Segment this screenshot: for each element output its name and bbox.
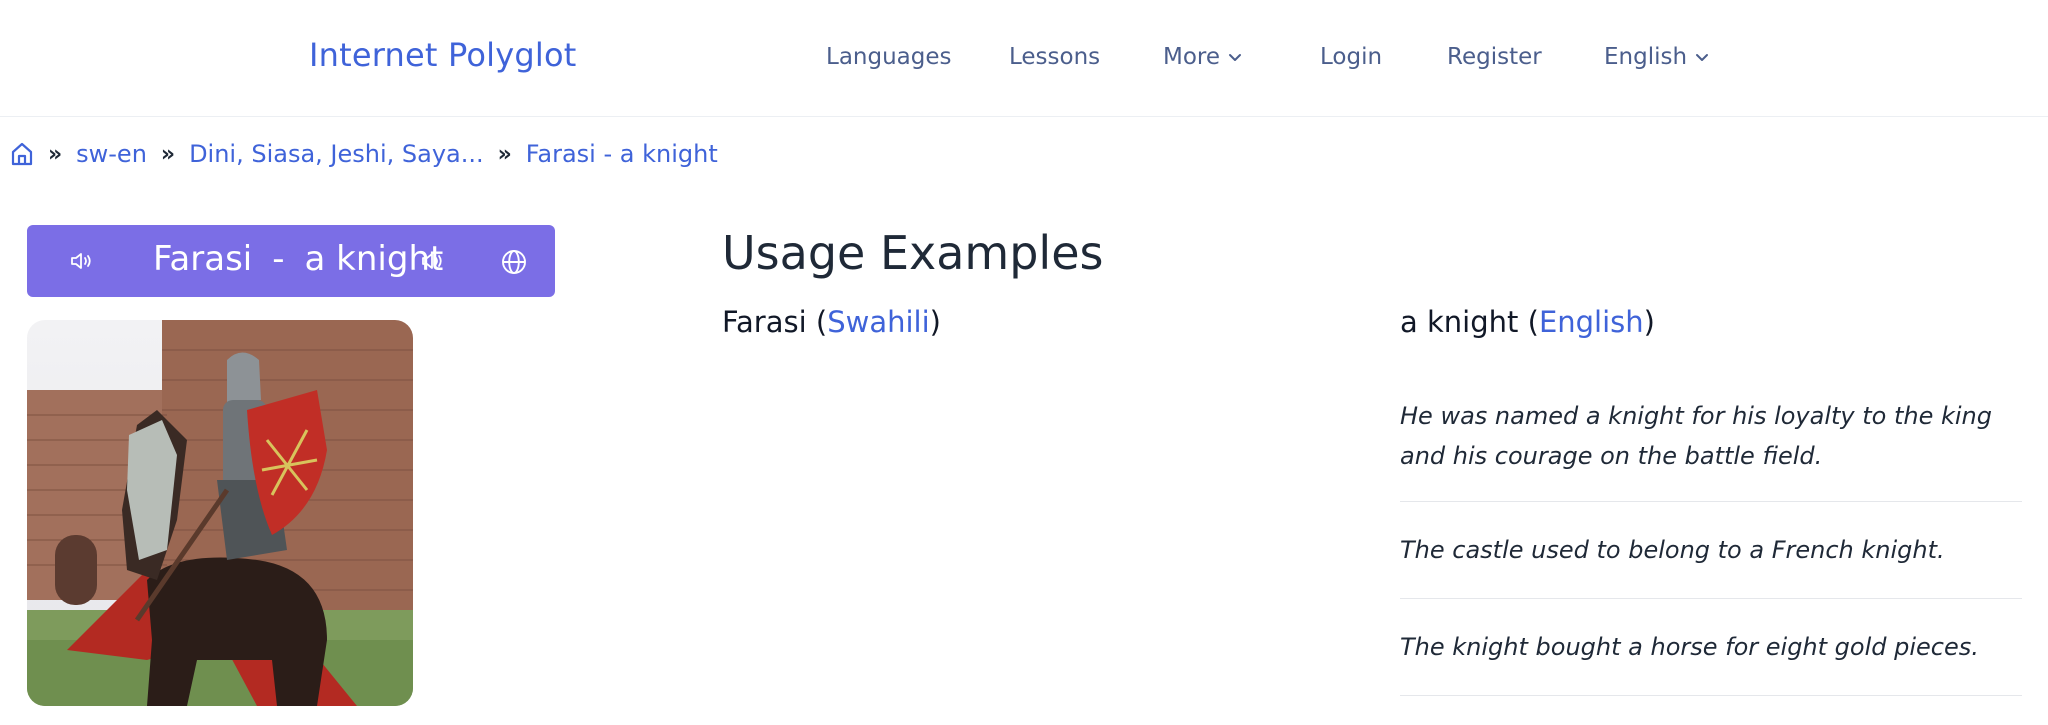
source-word-header: Farasi (Swahili) — [722, 305, 941, 339]
knight-image — [27, 320, 413, 706]
nav-languages-label: Languages — [826, 44, 952, 70]
breadcrumb-item-current[interactable]: Farasi - a knight — [526, 140, 718, 168]
breadcrumb-item-category[interactable]: Dini, Siasa, Jeshi, Saya... — [189, 140, 484, 168]
list-item: He was named a knight for his loyalty to… — [1400, 378, 2022, 502]
chevron-down-icon — [1696, 54, 1709, 61]
nav-more-dropdown[interactable]: More — [1163, 40, 1242, 74]
nav-languages[interactable]: Languages — [826, 40, 952, 74]
nav-lessons[interactable]: Lessons — [1009, 40, 1100, 74]
brand-logo-link[interactable]: Internet Polyglot — [309, 36, 577, 74]
breadcrumb-item-sw-en[interactable]: sw-en — [76, 140, 147, 168]
word-source: Farasi — [153, 239, 253, 279]
list-item: The knight bought a horse for eight gold… — [1400, 599, 2022, 696]
word-card: Farasi - a knight — [27, 225, 555, 297]
home-icon — [11, 142, 33, 166]
breadcrumb-home[interactable] — [10, 141, 34, 167]
examples-list: He was named a knight for his loyalty to… — [1400, 378, 2022, 696]
target-language-link[interactable]: English — [1539, 305, 1644, 339]
breadcrumb-separator-icon: ›› — [497, 141, 512, 167]
breadcrumb-separator-icon: ›› — [48, 141, 62, 167]
speaker-icon[interactable] — [420, 249, 446, 273]
list-item: The castle used to belong to a French kn… — [1400, 502, 2022, 599]
usage-examples-heading: Usage Examples — [722, 226, 1104, 280]
nav-register[interactable]: Register — [1447, 40, 1542, 74]
breadcrumb-separator-icon: ›› — [160, 141, 175, 167]
knight-photo — [27, 320, 413, 706]
nav-login-label: Login — [1320, 44, 1383, 70]
speaker-icon[interactable] — [69, 249, 95, 273]
source-language-link[interactable]: Swahili — [827, 305, 929, 339]
globe-icon[interactable] — [500, 248, 528, 276]
target-word: a knight — [1400, 305, 1519, 339]
nav-more-label: More — [1163, 44, 1221, 70]
word-title: Farasi - a knight — [153, 239, 443, 279]
breadcrumb: ›› sw-en ›› Dini, Siasa, Jeshi, Saya... … — [10, 138, 718, 170]
nav-language-label: English — [1604, 44, 1688, 70]
nav-language-dropdown[interactable]: English — [1604, 40, 1709, 74]
nav-login[interactable]: Login — [1320, 40, 1382, 74]
site-header: Internet Polyglot Languages Lessons More… — [0, 0, 2048, 117]
word-separator: - — [272, 239, 285, 279]
target-word-header: a knight (English) — [1400, 305, 1655, 339]
source-word: Farasi — [722, 305, 807, 339]
chevron-down-icon — [1229, 54, 1242, 61]
nav-register-label: Register — [1447, 44, 1542, 70]
nav-lessons-label: Lessons — [1009, 44, 1101, 70]
